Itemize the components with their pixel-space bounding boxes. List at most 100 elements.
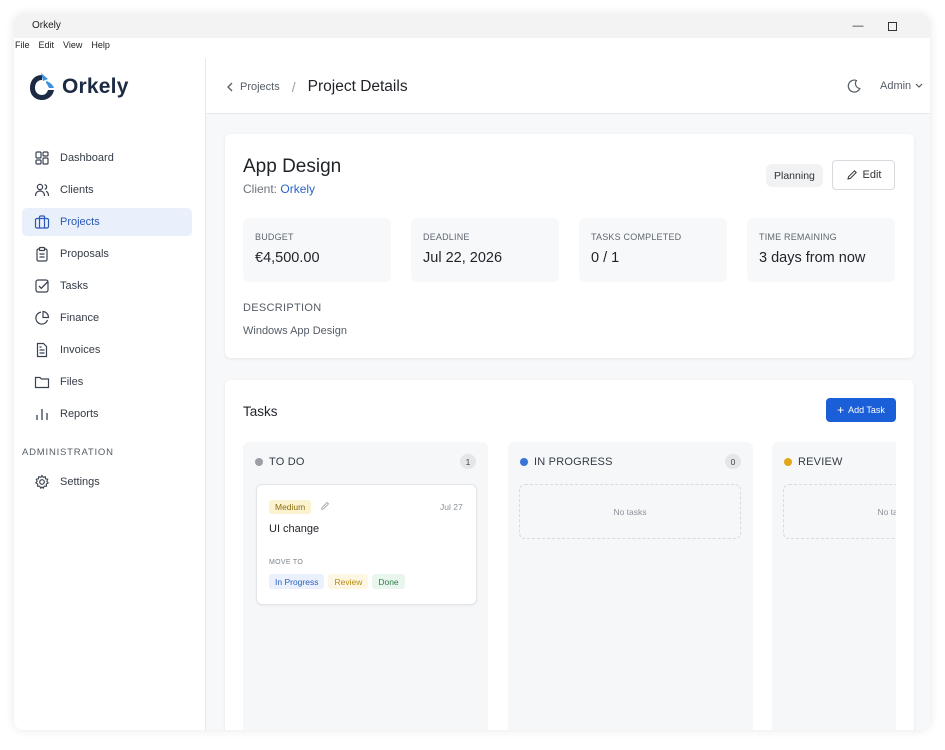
pencil-icon[interactable] — [320, 501, 330, 511]
sidebar-item-label: Files — [60, 376, 84, 388]
title-bar: Orkely — — [14, 14, 930, 38]
move-actions: In Progress Review Done — [269, 574, 405, 589]
add-task-button[interactable]: + Add Task — [826, 398, 896, 422]
sidebar-item-projects[interactable]: Projects — [22, 208, 192, 236]
page-title: Project Details — [307, 78, 408, 95]
sidebar-item-proposals[interactable]: Proposals — [22, 240, 192, 268]
sidebar-item-label: Clients — [60, 184, 94, 196]
sidebar-item-dashboard[interactable]: Dashboard — [22, 144, 192, 172]
project-details-card: App Design Client: Orkely Planning Edit … — [225, 134, 914, 358]
client-link[interactable]: Orkely — [280, 182, 315, 196]
checkbox-icon — [35, 279, 49, 293]
description-text: Windows App Design — [243, 325, 347, 337]
status-dot — [784, 458, 792, 466]
brand-name: Orkely — [62, 75, 129, 98]
priority-badge: Medium — [269, 500, 312, 514]
column-count: 0 — [725, 454, 741, 469]
stat-label: TASKS COMPLETED — [591, 232, 682, 242]
project-client: Client: Orkely — [243, 182, 315, 196]
menu-bar: File Edit View Help — [14, 40, 110, 56]
edit-button-label: Edit — [862, 169, 882, 181]
task-title: UI change — [269, 523, 320, 535]
stat-value: €4,500.00 — [255, 250, 320, 266]
menu-help[interactable]: Help — [91, 40, 110, 56]
menu-view[interactable]: View — [63, 40, 82, 56]
briefcase-icon — [34, 215, 50, 229]
stat-time-remaining: TIME REMAINING 3 days from now — [747, 218, 895, 282]
status-dot — [255, 458, 263, 466]
pencil-icon — [846, 170, 857, 180]
pie-chart-icon — [35, 310, 50, 325]
description-label: DESCRIPTION — [243, 302, 322, 314]
kanban-board: TO DO 1 Medium Jul 27 UI change MOVE TO … — [243, 442, 896, 730]
status-dot — [520, 458, 528, 466]
users-icon — [34, 183, 50, 197]
move-in-progress-button[interactable]: In Progress — [269, 574, 325, 589]
move-review-button[interactable]: Review — [328, 574, 369, 589]
gear-icon — [34, 474, 50, 490]
column-count: 1 — [460, 454, 476, 469]
document-icon — [36, 342, 48, 358]
stat-deadline: DEADLINE Jul 22, 2026 — [411, 218, 559, 282]
main-content: Projects / Project Details Admin App Des… — [206, 58, 930, 730]
sidebar-item-clients[interactable]: Clients — [22, 176, 192, 204]
chevron-down-icon — [915, 83, 923, 88]
stat-label: DEADLINE — [423, 232, 470, 242]
bar-chart-icon — [36, 409, 48, 420]
dashboard-icon — [35, 151, 49, 165]
sidebar-item-label: Settings — [60, 476, 100, 488]
column-review: REVIEW No tasks — [772, 442, 896, 730]
column-in-progress: IN PROGRESS 0 No tasks — [508, 442, 753, 730]
stat-label: BUDGET — [255, 232, 294, 242]
chevron-left-icon[interactable] — [226, 82, 234, 92]
sidebar-item-reports[interactable]: Reports — [22, 400, 192, 428]
tasks-card: Tasks + Add Task TO DO 1 Medium Jul 27 U… — [225, 380, 914, 730]
menu-edit[interactable]: Edit — [39, 40, 55, 56]
user-name: Admin — [880, 80, 912, 92]
menu-file[interactable]: File — [15, 40, 30, 56]
sidebar-item-label: Dashboard — [60, 152, 114, 164]
sidebar-item-label: Tasks — [60, 280, 89, 292]
breadcrumb-projects-link[interactable]: Projects — [240, 81, 280, 93]
sidebar-item-label: Reports — [60, 408, 99, 420]
move-done-button[interactable]: Done — [372, 574, 405, 589]
stat-value: Jul 22, 2026 — [423, 250, 503, 266]
empty-drop-zone[interactable]: No tasks — [783, 484, 896, 539]
column-header: REVIEW — [784, 456, 843, 468]
breadcrumb-separator: / — [291, 79, 296, 95]
sidebar-item-label: Invoices — [60, 344, 101, 356]
project-title: App Design — [243, 156, 342, 177]
folder-icon — [34, 376, 50, 389]
sidebar-item-settings[interactable]: Settings — [22, 468, 192, 496]
task-card[interactable]: Medium Jul 27 UI change MOVE TO In Progr… — [256, 484, 477, 605]
column-title: IN PROGRESS — [534, 456, 613, 468]
move-to-label: MOVE TO — [269, 559, 304, 566]
sidebar: Orkely Dashboard Clients Projects Propos… — [14, 58, 206, 730]
column-title: TO DO — [269, 456, 305, 468]
stat-tasks-completed: TASKS COMPLETED 0 / 1 — [579, 218, 727, 282]
sidebar-item-files[interactable]: Files — [22, 368, 192, 396]
plus-icon: + — [837, 403, 845, 417]
column-header: TO DO — [255, 456, 305, 468]
sidebar-item-label: Projects — [60, 216, 100, 228]
stat-label: TIME REMAINING — [759, 232, 837, 242]
sidebar-item-tasks[interactable]: Tasks — [22, 272, 192, 300]
empty-drop-zone[interactable]: No tasks — [519, 484, 741, 539]
user-menu[interactable]: Admin — [880, 80, 923, 92]
stat-value: 3 days from now — [759, 250, 866, 266]
top-bar: Projects / Project Details Admin — [206, 58, 930, 114]
sidebar-item-finance[interactable]: Finance — [22, 304, 192, 332]
clipboard-icon — [36, 246, 48, 262]
app-window: Orkely — File Edit View Help Orkely Dash… — [14, 14, 930, 730]
maximize-icon[interactable] — [884, 18, 900, 34]
column-todo: TO DO 1 Medium Jul 27 UI change MOVE TO … — [243, 442, 488, 730]
logo[interactable]: Orkely — [28, 72, 129, 102]
stat-value: 0 / 1 — [591, 250, 620, 266]
administration-section-label: ADMINISTRATION — [22, 447, 114, 458]
moon-icon[interactable] — [846, 78, 862, 94]
edit-button[interactable]: Edit — [832, 160, 895, 190]
sidebar-item-label: Proposals — [60, 248, 109, 260]
minimize-icon[interactable]: — — [850, 18, 866, 34]
column-header: IN PROGRESS — [520, 456, 613, 468]
sidebar-item-invoices[interactable]: Invoices — [22, 336, 192, 364]
